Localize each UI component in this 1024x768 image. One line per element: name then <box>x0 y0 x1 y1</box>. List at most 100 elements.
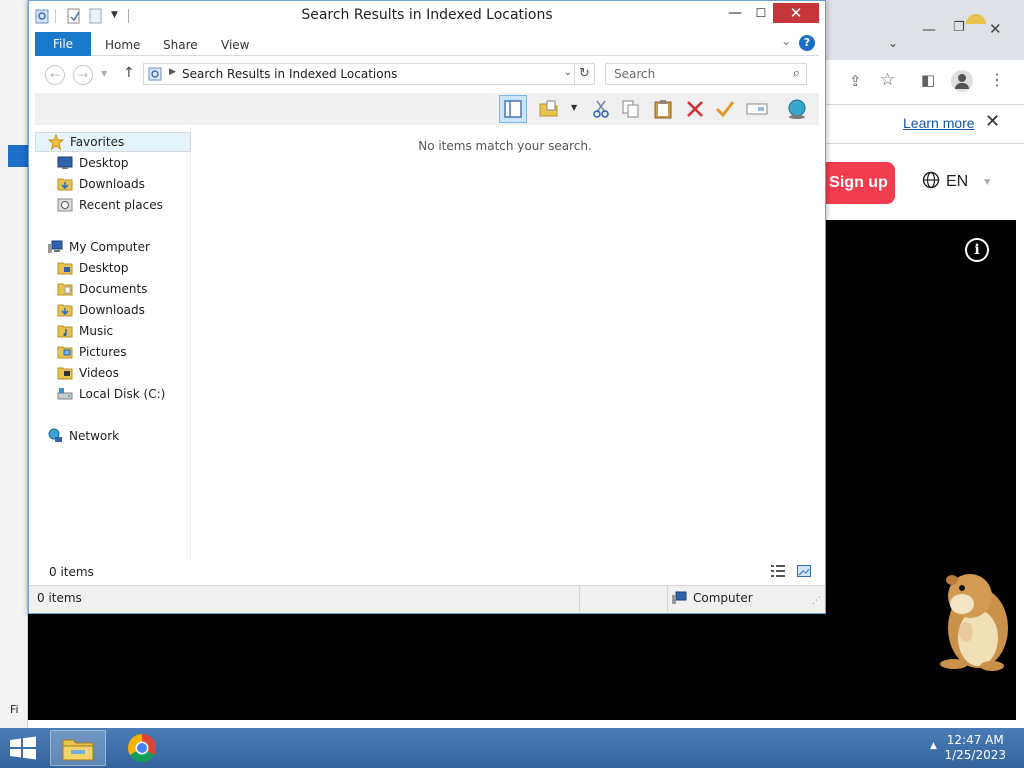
nav-favorites[interactable]: Favorites <box>35 132 191 152</box>
file-list-area[interactable]: No items match your search. <box>191 127 819 559</box>
delete-button[interactable] <box>681 95 709 123</box>
search-placeholder: Search <box>614 67 656 81</box>
status-location-label: Computer <box>693 591 753 605</box>
refresh-icon[interactable]: ↻ <box>574 64 594 84</box>
taskbar: ▲ 12:47 AM 1/25/2023 <box>0 728 1024 768</box>
bottom-item-count: 0 items <box>37 591 82 605</box>
paste-button[interactable] <box>649 95 677 123</box>
up-arrow-icon[interactable]: ↑ <box>123 65 135 81</box>
maximize-button[interactable]: ☐ <box>751 3 771 23</box>
tab-view[interactable]: View <box>221 32 249 56</box>
nav-fav-desktop[interactable]: Desktop <box>35 153 191 173</box>
recent-locations-icon[interactable]: ▼ <box>101 69 107 78</box>
nav-comp-downloads[interactable]: Downloads <box>35 300 191 320</box>
side-panel-icon[interactable]: ◧ <box>921 71 935 89</box>
hamster-image <box>940 574 1008 671</box>
nav-item-label: Pictures <box>79 345 127 359</box>
nav-comp-videos[interactable]: Videos <box>35 363 191 383</box>
info-icon[interactable]: i <box>965 238 989 262</box>
title-divider <box>128 9 129 23</box>
nav-fav-downloads[interactable]: Downloads <box>35 174 191 194</box>
tab-home[interactable]: Home <box>105 32 140 56</box>
explorer-app-icon <box>35 9 49 24</box>
help-icon[interactable]: ? <box>799 35 815 51</box>
empty-results-message: No items match your search. <box>418 139 592 153</box>
nav-item-label: Desktop <box>79 156 129 170</box>
recent-places-icon <box>57 197 73 213</box>
computer-icon <box>47 239 63 255</box>
show-hidden-icons-icon[interactable]: ▲ <box>930 741 937 751</box>
select-button[interactable] <box>711 95 739 123</box>
share-icon[interactable]: ⇪ <box>849 72 862 90</box>
tab-list-chevron-icon[interactable]: ⌄ <box>888 36 898 50</box>
resize-grip-icon[interactable]: ⋰ <box>812 596 821 606</box>
nav-fav-recent[interactable]: Recent places <box>35 195 191 215</box>
tab-file[interactable]: File <box>35 32 91 56</box>
music-folder-icon <box>57 323 73 339</box>
bottom-status-bar: 0 items Computer ⋰ <box>29 585 825 613</box>
windows-logo-icon <box>10 736 36 760</box>
large-icons-view-icon[interactable] <box>797 565 811 580</box>
expand-ribbon-chevron-icon[interactable]: ⌄ <box>781 34 791 48</box>
address-bar[interactable]: ▶ Search Results in Indexed Locations ⌄ … <box>143 63 595 85</box>
profile-avatar-icon[interactable] <box>951 70 973 92</box>
nav-item-label: Recent places <box>79 198 163 212</box>
chrome-maximize-button[interactable]: ❐ <box>953 20 965 35</box>
preview-pane-button[interactable] <box>499 95 527 123</box>
nav-item-label: Music <box>79 324 114 338</box>
customize-quick-access-icon[interactable]: ▼ <box>111 10 118 20</box>
nav-my-computer[interactable]: My Computer <box>35 237 191 257</box>
learn-more-link[interactable]: Learn more <box>903 115 975 131</box>
infobar-close-icon[interactable]: ✕ <box>985 111 1000 132</box>
close-button[interactable]: ✕ <box>773 3 819 23</box>
status-divider <box>579 586 580 612</box>
cut-button[interactable] <box>587 95 615 123</box>
nav-comp-desktop[interactable]: Desktop <box>35 258 191 278</box>
nav-comp-documents[interactable]: Documents <box>35 279 191 299</box>
language-selector[interactable]: EN ▼ <box>922 170 992 194</box>
network-icon <box>47 428 63 444</box>
videos-folder-icon <box>57 365 73 381</box>
copy-button[interactable] <box>617 95 645 123</box>
bookmark-star-icon[interactable]: ☆ <box>880 70 895 90</box>
folder-options-button[interactable] <box>535 95 563 123</box>
desktop-icon <box>57 155 73 171</box>
breadcrumb-chevron-icon[interactable]: ▶ <box>169 67 176 77</box>
command-toolbar: ▼ <box>35 93 819 125</box>
globe-icon <box>922 171 940 194</box>
search-icon[interactable]: ⌕ <box>793 66 800 81</box>
nav-favorites-label: Favorites <box>70 135 125 149</box>
nav-network-label: Network <box>69 429 120 443</box>
network-globe-button[interactable] <box>783 95 811 123</box>
folder-options-dropdown-icon[interactable]: ▼ <box>571 103 577 112</box>
search-input[interactable]: Search ⌕ <box>605 63 807 85</box>
nav-item-label: Desktop <box>79 261 129 275</box>
chrome-close-button[interactable]: ✕ <box>989 20 1002 38</box>
back-button[interactable]: ← <box>45 65 65 85</box>
chrome-menu-icon[interactable]: ⋮ <box>989 70 1005 89</box>
taskbar-file-explorer[interactable] <box>50 730 106 766</box>
nav-comp-local-disk[interactable]: Local Disk (C:) <box>35 384 191 404</box>
nav-comp-music[interactable]: Music <box>35 321 191 341</box>
star-icon <box>48 134 64 150</box>
rename-button[interactable] <box>743 95 771 123</box>
window-title: Search Results in Indexed Locations <box>301 7 553 23</box>
chrome-minimize-button[interactable]: — <box>922 22 936 38</box>
minimize-button[interactable]: — <box>725 3 745 23</box>
status-divider <box>667 586 668 612</box>
signup-button[interactable]: Sign up <box>822 162 895 204</box>
nav-comp-pictures[interactable]: Pictures <box>35 342 191 362</box>
nav-network[interactable]: Network <box>35 426 191 446</box>
tab-share[interactable]: Share <box>163 32 198 56</box>
start-button[interactable] <box>8 736 40 760</box>
taskbar-clock[interactable]: 12:47 AM 1/25/2023 <box>944 733 1006 763</box>
desktop-folder-icon <box>57 260 73 276</box>
address-dropdown-icon[interactable]: ⌄ <box>564 67 572 78</box>
properties-icon[interactable] <box>67 8 81 24</box>
details-status-bar: 0 items <box>35 561 819 583</box>
explorer-window: ▼ Search Results in Indexed Locations — … <box>28 0 826 614</box>
forward-button[interactable]: → <box>73 65 93 85</box>
new-folder-icon[interactable] <box>89 8 103 24</box>
taskbar-chrome[interactable] <box>114 730 170 766</box>
details-view-icon[interactable] <box>771 565 785 580</box>
